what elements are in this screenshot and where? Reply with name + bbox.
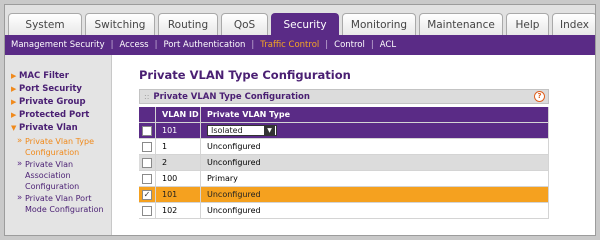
row-checkbox-cell: ✓ [139,186,156,203]
table-row[interactable]: 1 Unconfigured [139,138,549,155]
header-vlan-id: VLAN ID [155,107,201,123]
panel-title: Private VLAN Type Configuration [153,91,310,102]
row-checkbox[interactable] [142,205,152,216]
bullet-icon: » [17,159,23,169]
arrow-right-icon: ▶ [11,111,17,119]
row-vlan-id: 102 [155,202,201,219]
row-checkbox[interactable] [142,125,152,136]
subnav-control[interactable]: Control [328,40,371,50]
table-row[interactable]: 100 Primary [139,170,549,187]
row-vlan-type: Unconfigured [200,186,549,203]
row-checkbox-cell [139,170,156,187]
secondary-nav: Management Security | Access | Port Auth… [5,35,595,55]
sidebar-item-port-security[interactable]: ▶ Port Security [5,84,111,95]
edit-row-type-cell: Isolated ▼ [200,122,549,139]
tab-monitoring[interactable]: Monitoring [342,13,416,35]
sidebar-item-private-group[interactable]: ▶ Private Group [5,97,111,108]
subnav-management-security[interactable]: Management Security [5,40,111,50]
row-vlan-id: 100 [155,170,201,187]
sidebar-item-label: Port Security [19,84,82,94]
config-panel: :: Private VLAN Type Configuration ? VLA… [139,89,549,219]
page-title: Private VLAN Type Configuration [139,68,351,82]
row-vlan-type: Primary [200,170,549,187]
tab-system[interactable]: System [8,13,82,35]
arrow-right-icon: ▶ [11,85,17,93]
sidebar-item-protected-port[interactable]: ▶ Protected Port [5,110,111,121]
sidebar-item-label: Private Group [19,97,86,107]
edit-row-checkbox-cell [139,122,156,139]
drag-grip-icon[interactable]: :: [144,92,149,101]
sidebar-subitem-vlan-association-config[interactable]: » Private Vlan Association Configuration [5,159,111,192]
row-checkbox-checked[interactable]: ✓ [142,189,152,200]
sidebar-item-private-vlan[interactable]: ▼ Private Vlan [5,123,111,134]
tab-switching[interactable]: Switching [85,13,155,35]
sidebar-subitem-label: Private Vlan Type Configuration [25,137,95,157]
arrow-right-icon: ▶ [11,98,17,106]
vlan-type-table: VLAN ID Private VLAN Type 101 Isolated ▼… [139,107,549,219]
row-checkbox-cell [139,154,156,171]
vlan-type-select[interactable]: Isolated ▼ [207,125,277,136]
edit-row-vlan-id: 101 [155,122,201,139]
row-checkbox[interactable] [142,173,152,184]
top-tab-bar: System Switching Routing QoS Security Mo… [5,5,595,35]
table-row[interactable]: 2 Unconfigured [139,154,549,171]
bullet-icon: » [17,193,23,203]
tab-qos[interactable]: QoS [221,13,268,35]
row-vlan-type: Unconfigured [200,202,549,219]
tab-security[interactable]: Security [271,13,339,35]
row-checkbox[interactable] [142,141,152,152]
sidebar-subitem-vlan-port-mode-config[interactable]: » Private Vlan Port Mode Configuration [5,193,111,215]
sidebar-subitem-label: Private Vlan Association Configuration [25,160,80,191]
tab-help[interactable]: Help [506,13,549,35]
row-vlan-type: Unconfigured [200,138,549,155]
table-header-row: VLAN ID Private VLAN Type [139,107,549,123]
chevron-down-icon[interactable]: ▼ [264,126,275,135]
row-vlan-id: 2 [155,154,201,171]
app-frame: System Switching Routing QoS Security Mo… [4,4,596,236]
sidebar-item-label: MAC Filter [19,71,69,81]
subnav-port-authentication[interactable]: Port Authentication [157,40,251,50]
help-icon[interactable]: ? [534,91,545,102]
header-private-vlan-type: Private VLAN Type [200,107,549,123]
sidebar-item-label: Protected Port [19,110,90,120]
tab-routing[interactable]: Routing [158,13,218,35]
sidebar-item-mac-filter[interactable]: ▶ MAC Filter [5,71,111,82]
bullet-icon: » [17,136,23,146]
subnav-access[interactable]: Access [113,40,154,50]
row-checkbox-cell [139,202,156,219]
row-vlan-id: 1 [155,138,201,155]
header-checkbox-cell [139,107,156,123]
row-vlan-id: 101 [155,186,201,203]
sidebar: ▶ MAC Filter ▶ Port Security ▶ Private G… [5,55,112,235]
sidebar-item-label: Private Vlan [19,123,78,133]
sidebar-subitem-label: Private Vlan Port Mode Configuration [25,194,104,214]
vlan-type-select-value: Isolated [211,126,243,135]
table-row-selected[interactable]: ✓ 101 Unconfigured [139,186,549,203]
subnav-traffic-control[interactable]: Traffic Control [254,40,325,50]
arrow-right-icon: ▶ [11,72,17,80]
subnav-acl[interactable]: ACL [374,40,402,50]
row-vlan-type: Unconfigured [200,154,549,171]
main-tabs: System Switching Routing QoS Security Mo… [8,13,595,35]
table-row[interactable]: 102 Unconfigured [139,202,549,219]
tab-index[interactable]: Index [552,13,595,35]
sidebar-subitem-vlan-type-config[interactable]: » Private Vlan Type Configuration [5,136,111,158]
arrow-down-icon: ▼ [11,124,17,132]
tab-maintenance[interactable]: Maintenance [419,13,503,35]
row-checkbox-cell [139,138,156,155]
panel-header: :: Private VLAN Type Configuration ? [139,89,549,104]
row-checkbox[interactable] [142,157,152,168]
edit-row: 101 Isolated ▼ [139,122,549,139]
